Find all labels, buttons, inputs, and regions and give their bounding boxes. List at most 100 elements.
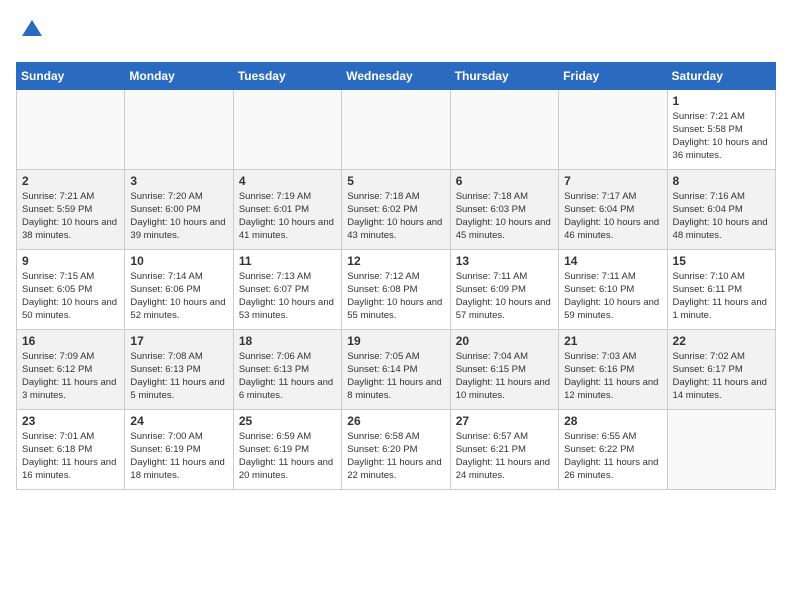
- day-info: Sunrise: 7:19 AM Sunset: 6:01 PM Dayligh…: [239, 190, 336, 243]
- col-header-sunday: Sunday: [17, 62, 125, 89]
- day-info: Sunrise: 6:57 AM Sunset: 6:21 PM Dayligh…: [456, 430, 553, 483]
- day-number: 3: [130, 174, 227, 188]
- day-info: Sunrise: 7:09 AM Sunset: 6:12 PM Dayligh…: [22, 350, 119, 403]
- col-header-monday: Monday: [125, 62, 233, 89]
- calendar-day-cell: 18 Sunrise: 7:06 AM Sunset: 6:13 PM Dayli…: [233, 329, 341, 409]
- calendar-day-cell: [667, 409, 775, 489]
- calendar-day-cell: 16 Sunrise: 7:09 AM Sunset: 6:12 PM Dayli…: [17, 329, 125, 409]
- day-info: Sunrise: 7:17 AM Sunset: 6:04 PM Dayligh…: [564, 190, 661, 243]
- calendar-week-row: 2 Sunrise: 7:21 AM Sunset: 5:59 PM Daylig…: [17, 169, 776, 249]
- calendar-day-cell: 24Sunrise: 7:00 AM Sunset: 6:19 PM Dayli…: [125, 409, 233, 489]
- day-info: Sunrise: 7:11 AM Sunset: 6:09 PM Dayligh…: [456, 270, 553, 323]
- day-number: 4: [239, 174, 336, 188]
- day-info: Sunrise: 7:04 AM Sunset: 6:15 PM Dayligh…: [456, 350, 553, 403]
- day-info: Sunrise: 7:03 AM Sunset: 6:16 PM Dayligh…: [564, 350, 661, 403]
- calendar-day-cell: 15 Sunrise: 7:10 AM Sunset: 6:11 PM Dayli…: [667, 249, 775, 329]
- day-number: 9: [22, 254, 119, 268]
- calendar-day-cell: 10 Sunrise: 7:14 AM Sunset: 6:06 PM Dayli…: [125, 249, 233, 329]
- day-number: 13: [456, 254, 553, 268]
- day-info: Sunrise: 7:16 AM Sunset: 6:04 PM Dayligh…: [673, 190, 770, 243]
- day-info: Sunrise: 7:13 AM Sunset: 6:07 PM Dayligh…: [239, 270, 336, 323]
- calendar-day-cell: 14 Sunrise: 7:11 AM Sunset: 6:10 PM Dayli…: [559, 249, 667, 329]
- calendar-day-cell: 17 Sunrise: 7:08 AM Sunset: 6:13 PM Dayli…: [125, 329, 233, 409]
- day-info: Sunrise: 7:14 AM Sunset: 6:06 PM Dayligh…: [130, 270, 227, 323]
- calendar-day-cell: [342, 89, 450, 169]
- col-header-tuesday: Tuesday: [233, 62, 341, 89]
- day-info: Sunrise: 7:18 AM Sunset: 6:03 PM Dayligh…: [456, 190, 553, 243]
- calendar-day-cell: 26 Sunrise: 6:58 AM Sunset: 6:20 PM Dayli…: [342, 409, 450, 489]
- day-number: 19: [347, 334, 444, 348]
- day-info: Sunrise: 6:58 AM Sunset: 6:20 PM Dayligh…: [347, 430, 444, 483]
- day-number: 17: [130, 334, 227, 348]
- logo: [16, 16, 46, 50]
- day-number: 16: [22, 334, 119, 348]
- calendar-week-row: 9 Sunrise: 7:15 AM Sunset: 6:05 PM Daylig…: [17, 249, 776, 329]
- day-number: 28: [564, 414, 661, 428]
- day-number: 25: [239, 414, 336, 428]
- col-header-saturday: Saturday: [667, 62, 775, 89]
- calendar-header-row: SundayMondayTuesdayWednesdayThursdayFrid…: [17, 62, 776, 89]
- day-number: 11: [239, 254, 336, 268]
- calendar-day-cell: [233, 89, 341, 169]
- day-number: 2: [22, 174, 119, 188]
- day-info: Sunrise: 7:12 AM Sunset: 6:08 PM Dayligh…: [347, 270, 444, 323]
- calendar-week-row: 1 Sunrise: 7:21 AM Sunset: 5:58 PM Daylig…: [17, 89, 776, 169]
- day-info: Sunrise: 6:55 AM Sunset: 6:22 PM Dayligh…: [564, 430, 661, 483]
- calendar-day-cell: 11 Sunrise: 7:13 AM Sunset: 6:07 PM Dayli…: [233, 249, 341, 329]
- logo-icon: [18, 16, 46, 44]
- calendar-day-cell: 8 Sunrise: 7:16 AM Sunset: 6:04 PM Daylig…: [667, 169, 775, 249]
- day-number: 5: [347, 174, 444, 188]
- calendar-day-cell: [125, 89, 233, 169]
- day-info: Sunrise: 7:10 AM Sunset: 6:11 PM Dayligh…: [673, 270, 770, 323]
- day-info: Sunrise: 7:02 AM Sunset: 6:17 PM Dayligh…: [673, 350, 770, 403]
- calendar-day-cell: [450, 89, 558, 169]
- calendar-day-cell: [559, 89, 667, 169]
- calendar-day-cell: 27 Sunrise: 6:57 AM Sunset: 6:21 PM Dayli…: [450, 409, 558, 489]
- day-info: Sunrise: 7:05 AM Sunset: 6:14 PM Dayligh…: [347, 350, 444, 403]
- calendar-day-cell: 4 Sunrise: 7:19 AM Sunset: 6:01 PM Daylig…: [233, 169, 341, 249]
- calendar-day-cell: 28 Sunrise: 6:55 AM Sunset: 6:22 PM Dayli…: [559, 409, 667, 489]
- calendar-day-cell: 1 Sunrise: 7:21 AM Sunset: 5:58 PM Daylig…: [667, 89, 775, 169]
- calendar-day-cell: 19 Sunrise: 7:05 AM Sunset: 6:14 PM Dayli…: [342, 329, 450, 409]
- day-number: 6: [456, 174, 553, 188]
- day-number: 12: [347, 254, 444, 268]
- day-info: Sunrise: 7:01 AM Sunset: 6:18 PM Dayligh…: [22, 430, 119, 483]
- day-info: Sunrise: 7:08 AM Sunset: 6:13 PM Dayligh…: [130, 350, 227, 403]
- page-header: [16, 16, 776, 50]
- col-header-thursday: Thursday: [450, 62, 558, 89]
- day-number: 8: [673, 174, 770, 188]
- calendar-day-cell: 25Sunrise: 6:59 AM Sunset: 6:19 PM Dayli…: [233, 409, 341, 489]
- day-info: Sunrise: 7:11 AM Sunset: 6:10 PM Dayligh…: [564, 270, 661, 323]
- calendar-day-cell: 5 Sunrise: 7:18 AM Sunset: 6:02 PM Daylig…: [342, 169, 450, 249]
- calendar-week-row: 23 Sunrise: 7:01 AM Sunset: 6:18 PM Dayli…: [17, 409, 776, 489]
- day-number: 18: [239, 334, 336, 348]
- day-number: 15: [673, 254, 770, 268]
- day-number: 14: [564, 254, 661, 268]
- calendar-day-cell: 13 Sunrise: 7:11 AM Sunset: 6:09 PM Dayli…: [450, 249, 558, 329]
- calendar-week-row: 16 Sunrise: 7:09 AM Sunset: 6:12 PM Dayli…: [17, 329, 776, 409]
- day-info: Sunrise: 7:15 AM Sunset: 6:05 PM Dayligh…: [22, 270, 119, 323]
- day-info: Sunrise: 7:21 AM Sunset: 5:59 PM Dayligh…: [22, 190, 119, 243]
- day-number: 23: [22, 414, 119, 428]
- day-number: 1: [673, 94, 770, 108]
- day-number: 21: [564, 334, 661, 348]
- calendar-day-cell: 21 Sunrise: 7:03 AM Sunset: 6:16 PM Dayli…: [559, 329, 667, 409]
- calendar-day-cell: 23 Sunrise: 7:01 AM Sunset: 6:18 PM Dayli…: [17, 409, 125, 489]
- day-number: 7: [564, 174, 661, 188]
- col-header-friday: Friday: [559, 62, 667, 89]
- calendar-day-cell: 12 Sunrise: 7:12 AM Sunset: 6:08 PM Dayli…: [342, 249, 450, 329]
- day-info: Sunrise: 7:21 AM Sunset: 5:58 PM Dayligh…: [673, 110, 770, 163]
- day-number: 24: [130, 414, 227, 428]
- day-number: 27: [456, 414, 553, 428]
- day-info: Sunrise: 7:20 AM Sunset: 6:00 PM Dayligh…: [130, 190, 227, 243]
- day-number: 22: [673, 334, 770, 348]
- day-number: 10: [130, 254, 227, 268]
- calendar-day-cell: 9 Sunrise: 7:15 AM Sunset: 6:05 PM Daylig…: [17, 249, 125, 329]
- day-number: 26: [347, 414, 444, 428]
- calendar-day-cell: 3 Sunrise: 7:20 AM Sunset: 6:00 PM Daylig…: [125, 169, 233, 249]
- calendar-day-cell: [17, 89, 125, 169]
- day-info: Sunrise: 7:06 AM Sunset: 6:13 PM Dayligh…: [239, 350, 336, 403]
- calendar-day-cell: 22 Sunrise: 7:02 AM Sunset: 6:17 PM Dayli…: [667, 329, 775, 409]
- calendar-day-cell: 7 Sunrise: 7:17 AM Sunset: 6:04 PM Daylig…: [559, 169, 667, 249]
- day-info: Sunrise: 7:18 AM Sunset: 6:02 PM Dayligh…: [347, 190, 444, 243]
